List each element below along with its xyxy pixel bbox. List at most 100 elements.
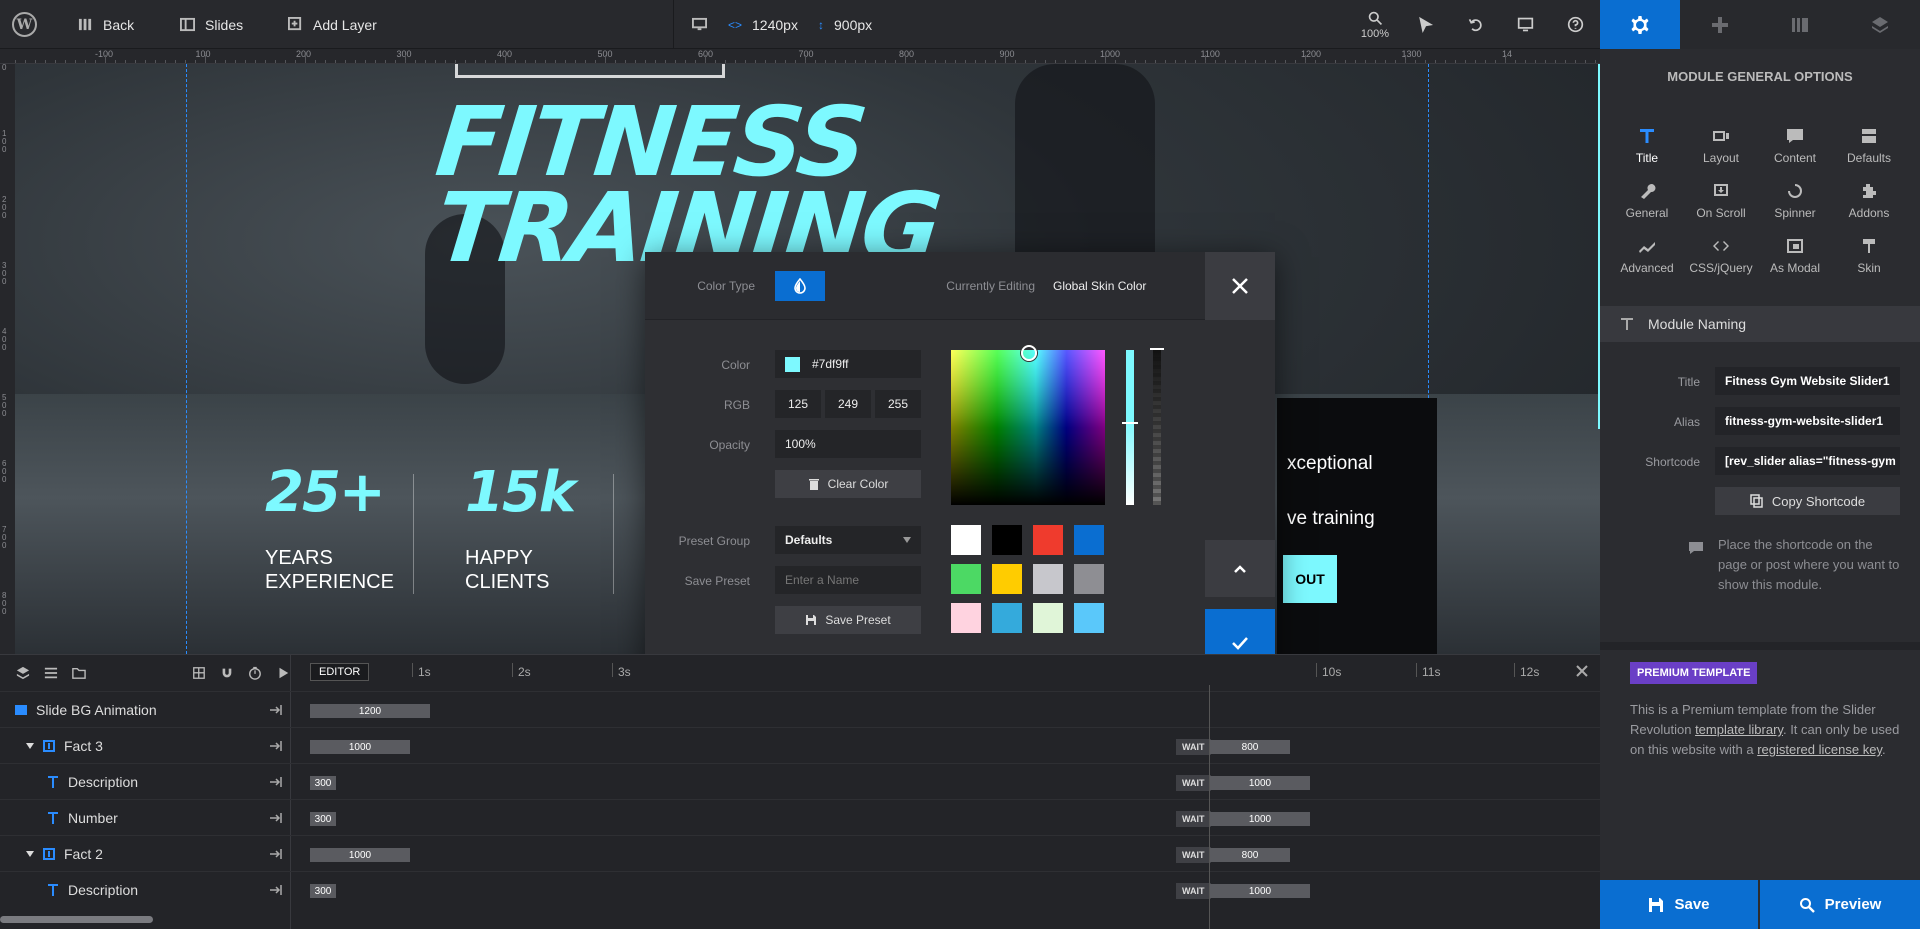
animation-out-bar[interactable]: 1000: [1210, 884, 1310, 898]
timeline-row[interactable]: Number 300 WAIT 1000: [0, 799, 1600, 835]
stat-label-years-1[interactable]: YEARS: [265, 546, 333, 570]
image-settings-icon[interactable]: [268, 702, 284, 718]
preview-button[interactable]: Preview: [1760, 880, 1920, 929]
layer-name[interactable]: Slide BG Animation: [14, 692, 157, 728]
color-hex-input[interactable]: #7df9ff: [775, 350, 921, 378]
preset-group-select[interactable]: Defaults: [775, 526, 921, 554]
preset-swatch[interactable]: [1033, 525, 1063, 555]
rgb-green-input[interactable]: 249: [825, 390, 871, 418]
animation-out-bar[interactable]: 800: [1210, 848, 1290, 862]
preset-name-input[interactable]: [775, 566, 921, 594]
preset-swatch[interactable]: [992, 525, 1022, 555]
cta-text-line2[interactable]: ve training: [1287, 508, 1375, 530]
clear-color-button[interactable]: Clear Color: [775, 470, 921, 498]
hue-slider-handle[interactable]: [1122, 422, 1138, 424]
preset-swatch[interactable]: [1033, 603, 1063, 633]
option-general[interactable]: General: [1610, 182, 1684, 232]
template-library-link[interactable]: template library: [1695, 722, 1783, 737]
preset-swatch[interactable]: [1074, 525, 1104, 555]
rgb-red-input[interactable]: 125: [775, 390, 821, 418]
animate-in-icon[interactable]: [268, 846, 284, 862]
animate-in-icon[interactable]: [268, 810, 284, 826]
timeline-playhead[interactable]: [1209, 685, 1210, 929]
magnet-icon[interactable]: [220, 665, 234, 681]
rgb-blue-input[interactable]: 255: [875, 390, 921, 418]
option-layout[interactable]: Layout: [1684, 127, 1758, 177]
preset-swatch[interactable]: [992, 603, 1022, 633]
option-content[interactable]: Content: [1758, 127, 1832, 177]
tab-module-settings[interactable]: [1600, 0, 1680, 49]
animation-out-bar[interactable]: 800: [1210, 740, 1290, 754]
option-on-scroll[interactable]: On Scroll: [1684, 182, 1758, 232]
title-input[interactable]: Fitness Gym Website Slider1: [1715, 367, 1900, 395]
slides-button[interactable]: Slides: [180, 0, 243, 49]
cta-button[interactable]: OUT: [1283, 555, 1337, 603]
layer-name[interactable]: Description: [46, 872, 138, 908]
expand-arrow-icon[interactable]: [26, 851, 34, 857]
wordpress-logo-icon[interactable]: W: [12, 12, 37, 37]
select-tool-button[interactable]: [1408, 0, 1442, 49]
animation-in-bar[interactable]: 300: [310, 812, 336, 826]
timeline-row[interactable]: Fact 2 1000 WAIT 800: [0, 835, 1600, 871]
opacity-slider-handle[interactable]: [1150, 348, 1164, 350]
preset-swatch[interactable]: [1033, 564, 1063, 594]
add-layer-button[interactable]: Add Layer: [288, 0, 377, 49]
width-setting[interactable]: <> 1240px: [728, 0, 798, 49]
wait-badge[interactable]: WAIT: [1176, 883, 1211, 899]
preset-swatch[interactable]: [992, 564, 1022, 594]
shortcode-input[interactable]: [rev_slider alias="fitness-gym: [1715, 447, 1900, 475]
save-preset-button[interactable]: Save Preset: [775, 606, 921, 634]
stat-label-years-2[interactable]: EXPERIENCE: [265, 570, 394, 594]
wait-badge[interactable]: WAIT: [1176, 739, 1211, 755]
option-defaults[interactable]: Defaults: [1832, 127, 1906, 177]
option-advanced[interactable]: Advanced: [1610, 237, 1684, 287]
layer-name[interactable]: Fact 3: [26, 728, 103, 764]
back-button[interactable]: Back: [78, 0, 134, 49]
animate-in-icon[interactable]: [268, 882, 284, 898]
animation-in-bar[interactable]: 300: [310, 884, 336, 898]
preset-swatch[interactable]: [951, 603, 981, 633]
option-skin[interactable]: Skin: [1832, 237, 1906, 287]
list-icon[interactable]: [44, 665, 58, 681]
copy-shortcode-button[interactable]: Copy Shortcode: [1715, 487, 1900, 515]
collapse-picker-button[interactable]: [1205, 540, 1275, 597]
wait-badge[interactable]: WAIT: [1176, 775, 1211, 791]
undo-button[interactable]: [1458, 0, 1492, 49]
animation-in-bar[interactable]: 300: [310, 776, 336, 790]
option-as-modal[interactable]: As Modal: [1758, 237, 1832, 287]
close-picker-button[interactable]: [1205, 252, 1275, 320]
snap-grid-icon[interactable]: [192, 665, 206, 681]
timeline-row[interactable]: Description 300 WAIT 1000: [0, 763, 1600, 799]
timeline-scrollbar[interactable]: [0, 916, 153, 923]
preset-swatch[interactable]: [1074, 603, 1104, 633]
preset-swatch[interactable]: [951, 525, 981, 555]
hue-slider[interactable]: [1126, 350, 1134, 505]
timeline-row[interactable]: Fact 3 1000 WAIT 800: [0, 727, 1600, 763]
height-setting[interactable]: ↕ 900px: [818, 0, 872, 49]
cta-text-line1[interactable]: xceptional: [1287, 450, 1373, 478]
opacity-slider[interactable]: [1153, 350, 1161, 505]
save-button[interactable]: Save: [1600, 880, 1758, 929]
animation-in-bar[interactable]: 1000: [310, 848, 410, 862]
stat-number-clients[interactable]: 15k: [465, 460, 576, 525]
saturation-brightness-area[interactable]: [951, 350, 1105, 505]
stat-label-clients-2[interactable]: CLIENTS: [465, 570, 549, 594]
module-naming-section[interactable]: Module Naming: [1600, 306, 1920, 342]
animation-in-bar[interactable]: 1200: [310, 704, 430, 718]
layer-name[interactable]: Description: [46, 764, 138, 800]
color-picker-handle[interactable]: [1021, 345, 1037, 361]
zoom-button[interactable]: 100%: [1358, 0, 1392, 49]
device-desktop-indicator[interactable]: [692, 0, 707, 49]
animation-out-bar[interactable]: 1000: [1210, 812, 1310, 826]
tab-slide[interactable]: [1760, 0, 1840, 49]
timeline-row[interactable]: Slide BG Animation 1200: [0, 691, 1600, 727]
layers-icon[interactable]: [16, 665, 30, 681]
stat-label-clients-1[interactable]: HAPPY: [465, 546, 533, 570]
stat-number-years[interactable]: 25+: [265, 460, 386, 525]
wait-badge[interactable]: WAIT: [1176, 811, 1211, 827]
color-type-toggle[interactable]: [775, 271, 825, 301]
expand-arrow-icon[interactable]: [26, 743, 34, 749]
editor-badge[interactable]: EDITOR: [310, 663, 370, 681]
alias-input[interactable]: fitness-gym-website-slider1: [1715, 407, 1900, 435]
help-button[interactable]: [1558, 0, 1592, 49]
